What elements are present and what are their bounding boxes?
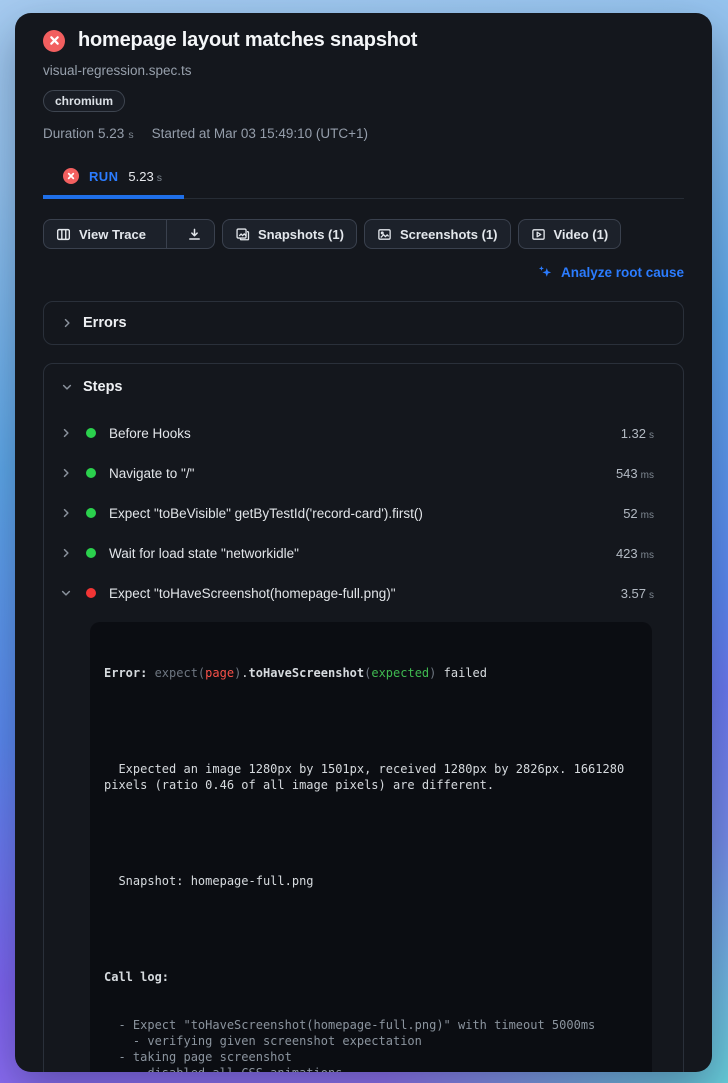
- chevron-right-icon: [61, 317, 73, 329]
- step-duration: 1.32s: [621, 426, 654, 441]
- page-title: homepage layout matches snapshot: [78, 29, 417, 52]
- chevron-down-icon: [60, 587, 72, 599]
- started-at: Started at Mar 03 15:49:10 (UTC+1): [152, 126, 368, 141]
- step-duration: 3.57s: [621, 586, 654, 601]
- analyze-root-cause-link[interactable]: Analyze root cause: [537, 264, 684, 280]
- call-log-line: - disabled all CSS animations: [104, 1065, 638, 1072]
- step-row-wait-load-state[interactable]: Wait for load state "networkidle" 423ms: [44, 533, 683, 573]
- step-row-expect-visible[interactable]: Expect "toBeVisible" getByTestId('record…: [44, 493, 683, 533]
- tab-run[interactable]: RUN 5.23s: [43, 168, 184, 199]
- step-label: Expect "toBeVisible" getByTestId('record…: [109, 506, 423, 521]
- button-divider: [166, 220, 167, 248]
- call-log-label: Call log:: [104, 969, 638, 985]
- error-log: Error: expect(page).toHaveScreenshot(exp…: [90, 622, 652, 1072]
- chevron-down-icon: [61, 381, 73, 393]
- step-duration: 543ms: [616, 466, 654, 481]
- step-passed-icon: [86, 428, 96, 438]
- tab-run-label: RUN: [89, 169, 118, 184]
- step-label: Before Hooks: [109, 426, 191, 441]
- chevron-right-icon: [60, 427, 72, 439]
- analyze-root-cause-label: Analyze root cause: [561, 265, 684, 280]
- steps-section-title: Steps: [83, 379, 123, 395]
- error-summary-line: Error: expect(page).toHaveScreenshot(exp…: [104, 665, 638, 681]
- tab-bar: RUN 5.23s: [43, 153, 684, 199]
- step-row-before-hooks[interactable]: Before Hooks 1.32s: [44, 413, 683, 453]
- snapshots-icon: [235, 227, 250, 242]
- step-failed-icon: [86, 588, 96, 598]
- call-log-lines: - Expect "toHaveScreenshot(homepage-full…: [104, 1017, 638, 1072]
- call-log-line: - taking page screenshot: [104, 1049, 638, 1065]
- screenshots-icon: [377, 227, 392, 242]
- video-icon: [531, 227, 546, 242]
- step-row-navigate[interactable]: Navigate to "/" 543ms: [44, 453, 683, 493]
- errors-section-title: Errors: [83, 315, 127, 331]
- chevron-right-icon: [60, 507, 72, 519]
- errors-section-header[interactable]: Errors: [43, 301, 684, 345]
- test-meta: Duration 5.23s Started at Mar 03 15:49:1…: [43, 126, 684, 141]
- test-result-card: homepage layout matches snapshot visual-…: [15, 13, 712, 1072]
- step-passed-icon: [86, 508, 96, 518]
- download-icon: [187, 227, 202, 242]
- chevron-right-icon: [60, 467, 72, 479]
- step-label: Navigate to "/": [109, 466, 194, 481]
- trace-icon: [56, 227, 71, 242]
- call-log-line: - Expect "toHaveScreenshot(homepage-full…: [104, 1017, 638, 1033]
- duration: Duration 5.23s: [43, 126, 134, 141]
- step-label: Expect "toHaveScreenshot(homepage-full.p…: [109, 586, 396, 601]
- step-passed-icon: [86, 468, 96, 478]
- video-button[interactable]: Video (1): [518, 219, 622, 249]
- steps-section: Steps Before Hooks 1.32s Navigate to "/"…: [43, 363, 684, 1072]
- error-message: Expected an image 1280px by 1501px, rece…: [104, 761, 638, 793]
- download-trace-button[interactable]: [175, 220, 214, 248]
- step-duration: 52ms: [623, 506, 654, 521]
- attachments-toolbar: View Trace Snapshots (1) Screenshots (1)…: [43, 219, 684, 249]
- chevron-right-icon: [60, 547, 72, 559]
- tab-run-time: 5.23s: [128, 169, 162, 184]
- video-label: Video (1): [554, 227, 609, 242]
- spec-file-name: visual-regression.spec.ts: [43, 63, 684, 78]
- header: homepage layout matches snapshot: [43, 13, 684, 52]
- view-trace-label: View Trace: [79, 227, 146, 242]
- snapshots-label: Snapshots (1): [258, 227, 344, 242]
- screenshots-button[interactable]: Screenshots (1): [364, 219, 511, 249]
- call-log-line: - verifying given screenshot expectation: [104, 1033, 638, 1049]
- step-passed-icon: [86, 548, 96, 558]
- tab-failed-status-icon: [63, 168, 79, 184]
- failed-status-icon: [43, 30, 65, 52]
- view-trace-button[interactable]: View Trace: [44, 220, 158, 248]
- sparkles-icon: [537, 264, 553, 280]
- screenshots-label: Screenshots (1): [400, 227, 498, 242]
- steps-section-header[interactable]: Steps: [44, 364, 683, 401]
- step-duration: 423ms: [616, 546, 654, 561]
- snapshot-name: Snapshot: homepage-full.png: [104, 873, 638, 889]
- snapshots-button[interactable]: Snapshots (1): [222, 219, 357, 249]
- step-label: Wait for load state "networkidle": [109, 546, 299, 561]
- step-row-expect-screenshot[interactable]: Expect "toHaveScreenshot(homepage-full.p…: [44, 573, 683, 613]
- project-badge: chromium: [43, 90, 125, 112]
- view-trace-button-group: View Trace: [43, 219, 215, 249]
